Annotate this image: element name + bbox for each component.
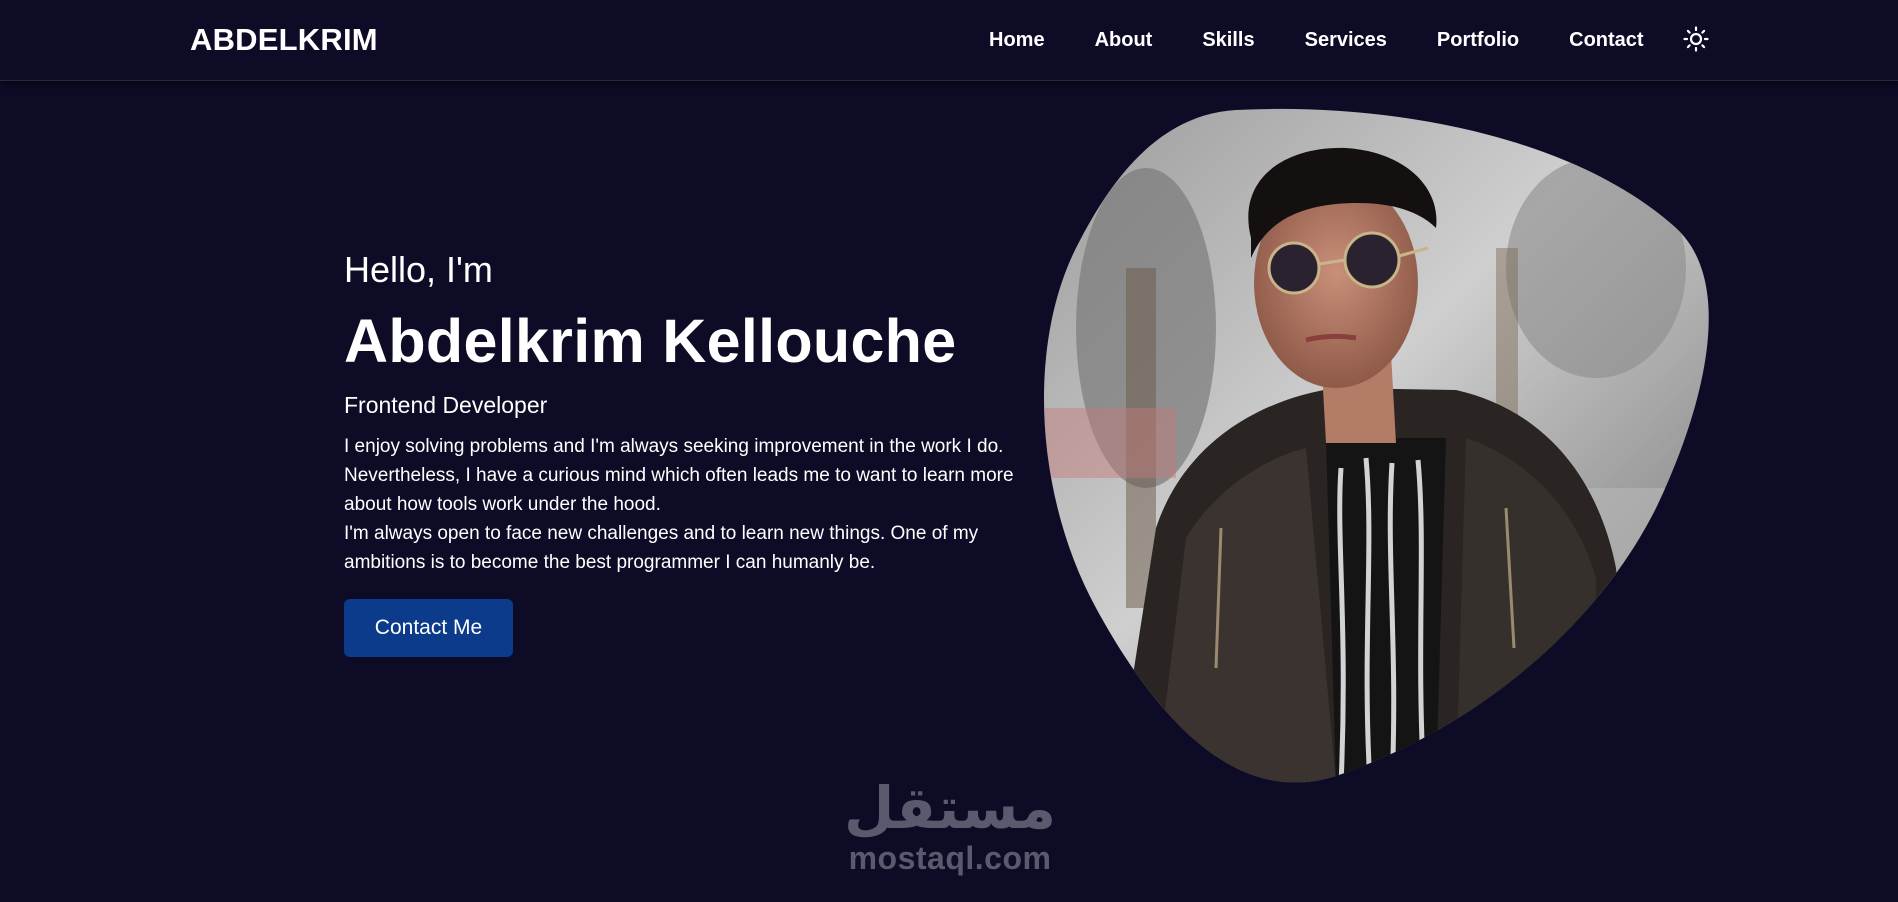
nav-link-contact[interactable]: Contact bbox=[1569, 29, 1643, 52]
hero-bio-paragraph-1: I enjoy solving problems and I'm always … bbox=[344, 436, 1014, 515]
hero-role: Frontend Developer bbox=[344, 392, 548, 418]
nav-link-skills[interactable]: Skills bbox=[1202, 29, 1254, 52]
mostaql-watermark: مستقل mostaql.com bbox=[830, 775, 1070, 885]
hero-greeting: Hello, I'm bbox=[344, 249, 493, 290]
site-logo[interactable]: ABDELKRIM bbox=[190, 22, 378, 58]
nav-link-services[interactable]: Services bbox=[1305, 29, 1387, 52]
contact-me-button[interactable]: Contact Me bbox=[344, 599, 513, 657]
hero-bio: I enjoy solving problems and I'm always … bbox=[344, 432, 1024, 577]
watermark-latin: mostaql.com bbox=[848, 840, 1052, 876]
nav-links: Home About Skills Services Portfolio Con… bbox=[989, 29, 1644, 52]
profile-photo bbox=[1036, 108, 1710, 784]
nav-link-home[interactable]: Home bbox=[989, 29, 1045, 52]
watermark-arabic: مستقل bbox=[843, 774, 1057, 842]
navbar: ABDELKRIM Home About Skills Services Por… bbox=[0, 0, 1898, 81]
nav-link-portfolio[interactable]: Portfolio bbox=[1437, 29, 1519, 52]
hero-name: Abdelkrim Kellouche bbox=[344, 307, 957, 375]
hero-bio-paragraph-2: I'm always open to face new challenges a… bbox=[344, 523, 979, 573]
nav-link-about[interactable]: About bbox=[1095, 29, 1153, 52]
hero-text: Hello, I'm Abdelkrim Kellouche Frontend … bbox=[344, 248, 1024, 657]
sun-icon[interactable] bbox=[1683, 26, 1709, 52]
